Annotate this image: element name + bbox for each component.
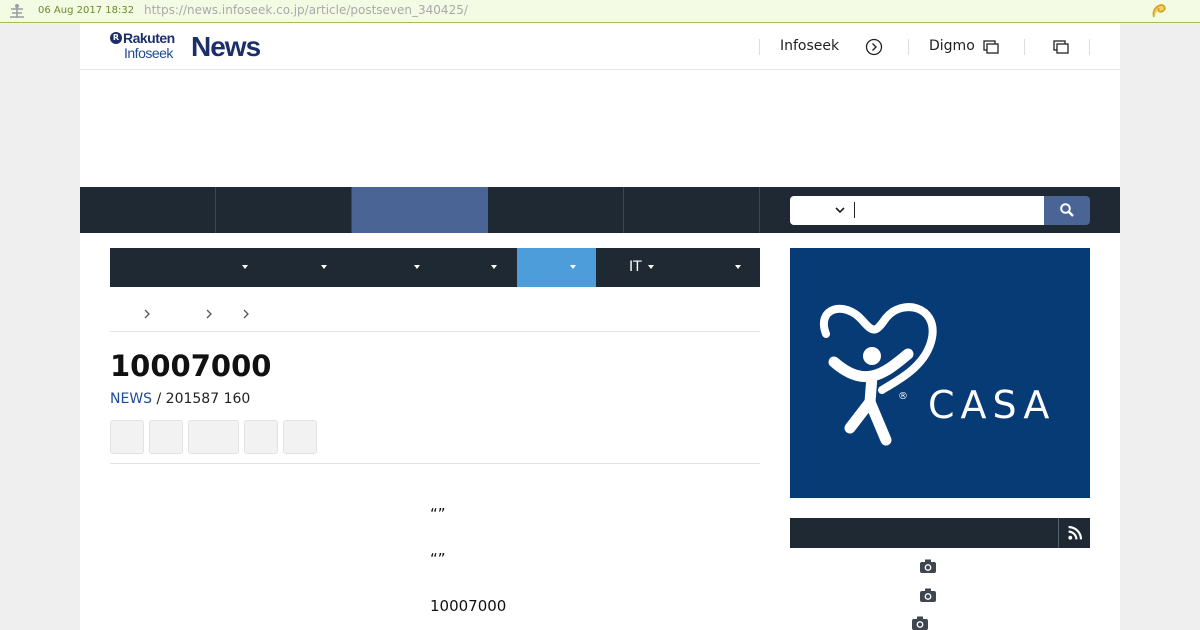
article-title: 10007000 bbox=[110, 349, 272, 383]
main-nav-tab[interactable] bbox=[488, 187, 624, 233]
dropdown-arrow-icon bbox=[414, 265, 420, 269]
rss-icon[interactable] bbox=[1068, 526, 1082, 540]
category-item[interactable] bbox=[110, 248, 260, 287]
site-logo[interactable]: R Rakuten Infoseek News bbox=[110, 30, 270, 63]
site-header: R Rakuten Infoseek News Infoseek Digmo bbox=[80, 23, 1120, 70]
header-link-infoseek[interactable]: Infoseek bbox=[780, 38, 839, 56]
rakuten-mark: R bbox=[110, 32, 122, 44]
top-ad-slot bbox=[80, 70, 1120, 187]
header-separator bbox=[759, 39, 760, 55]
article-meta: / 201587 160 bbox=[152, 391, 251, 407]
main-nav-tab[interactable] bbox=[624, 187, 760, 233]
article-body-line: “” bbox=[430, 550, 446, 568]
share-button[interactable] bbox=[244, 420, 278, 454]
category-item-it[interactable]: IT bbox=[596, 248, 681, 287]
brand-rakuten: Rakuten bbox=[123, 30, 175, 46]
dropdown-arrow-icon bbox=[242, 265, 248, 269]
category-item-active[interactable] bbox=[517, 248, 596, 287]
ad-brand-text: CASA bbox=[928, 383, 1056, 427]
dropdown-arrow-icon bbox=[321, 265, 327, 269]
search-input[interactable] bbox=[790, 196, 1044, 225]
registered-mark: ® bbox=[898, 391, 908, 402]
brand-infoseek: Infoseek bbox=[124, 45, 173, 61]
play-circle-icon[interactable] bbox=[865, 38, 883, 56]
header-link-digmo[interactable]: Digmo bbox=[929, 38, 975, 56]
share-button[interactable] bbox=[188, 420, 239, 454]
casa-logo-icon bbox=[820, 303, 937, 446]
brand-news: News bbox=[191, 31, 261, 62]
archive-toolbar: 06 Aug 2017 18:32 https://news.infoseek.… bbox=[0, 0, 1200, 23]
search-button[interactable] bbox=[1044, 196, 1090, 225]
dropdown-arrow-icon bbox=[491, 265, 497, 269]
category-label-it: IT bbox=[629, 259, 642, 275]
article-byline: NEWS / 201587 160 bbox=[110, 391, 250, 407]
main-nav-tab[interactable] bbox=[80, 187, 216, 233]
main-nav-tab-active[interactable] bbox=[352, 187, 488, 233]
category-item[interactable] bbox=[432, 248, 517, 287]
breadcrumb bbox=[110, 302, 760, 332]
wayback-logo-icon[interactable] bbox=[8, 3, 26, 19]
capture-date: 06 Aug 2017 18:32 bbox=[38, 5, 135, 16]
chevron-right-icon bbox=[144, 309, 150, 319]
dropdown-arrow-icon bbox=[648, 265, 654, 269]
window-icon[interactable] bbox=[983, 40, 999, 54]
camera-icon bbox=[920, 588, 936, 602]
article-body-line: 10007000 bbox=[430, 597, 507, 615]
search-icon bbox=[1060, 203, 1074, 217]
main-nav bbox=[80, 187, 1120, 233]
category-nav: IT bbox=[110, 248, 760, 287]
share-button[interactable] bbox=[283, 420, 317, 454]
article-source-link[interactable]: NEWS bbox=[110, 391, 152, 407]
chevron-right-icon bbox=[243, 309, 249, 319]
main-nav-tab[interactable] bbox=[216, 187, 352, 233]
share-button[interactable] bbox=[149, 420, 183, 454]
favorite-icon[interactable] bbox=[1150, 2, 1168, 20]
dropdown-arrow-icon bbox=[735, 265, 741, 269]
header-separator bbox=[1089, 39, 1090, 55]
text-caret bbox=[854, 202, 855, 218]
camera-icon bbox=[920, 559, 936, 573]
window-icon[interactable] bbox=[1053, 40, 1069, 54]
chevron-right-icon bbox=[206, 309, 212, 319]
category-item[interactable] bbox=[681, 248, 760, 287]
chevron-down-icon[interactable] bbox=[834, 204, 846, 216]
divider bbox=[1058, 518, 1059, 548]
sidebar-ranking-header bbox=[790, 518, 1090, 548]
sidebar-ad-casa[interactable]: ® CASA bbox=[790, 248, 1090, 498]
page-container: R Rakuten Infoseek News Infoseek Digmo I… bbox=[80, 23, 1120, 630]
article-body-line: “” bbox=[430, 505, 446, 523]
header-separator bbox=[908, 39, 909, 55]
capture-url[interactable]: https://news.infoseek.co.jp/article/post… bbox=[144, 3, 468, 17]
header-separator bbox=[1024, 39, 1025, 55]
share-button[interactable] bbox=[110, 420, 144, 454]
category-item[interactable] bbox=[339, 248, 432, 287]
divider bbox=[110, 463, 760, 464]
category-item[interactable] bbox=[260, 248, 339, 287]
dropdown-arrow-icon bbox=[570, 265, 576, 269]
camera-icon bbox=[912, 616, 928, 630]
